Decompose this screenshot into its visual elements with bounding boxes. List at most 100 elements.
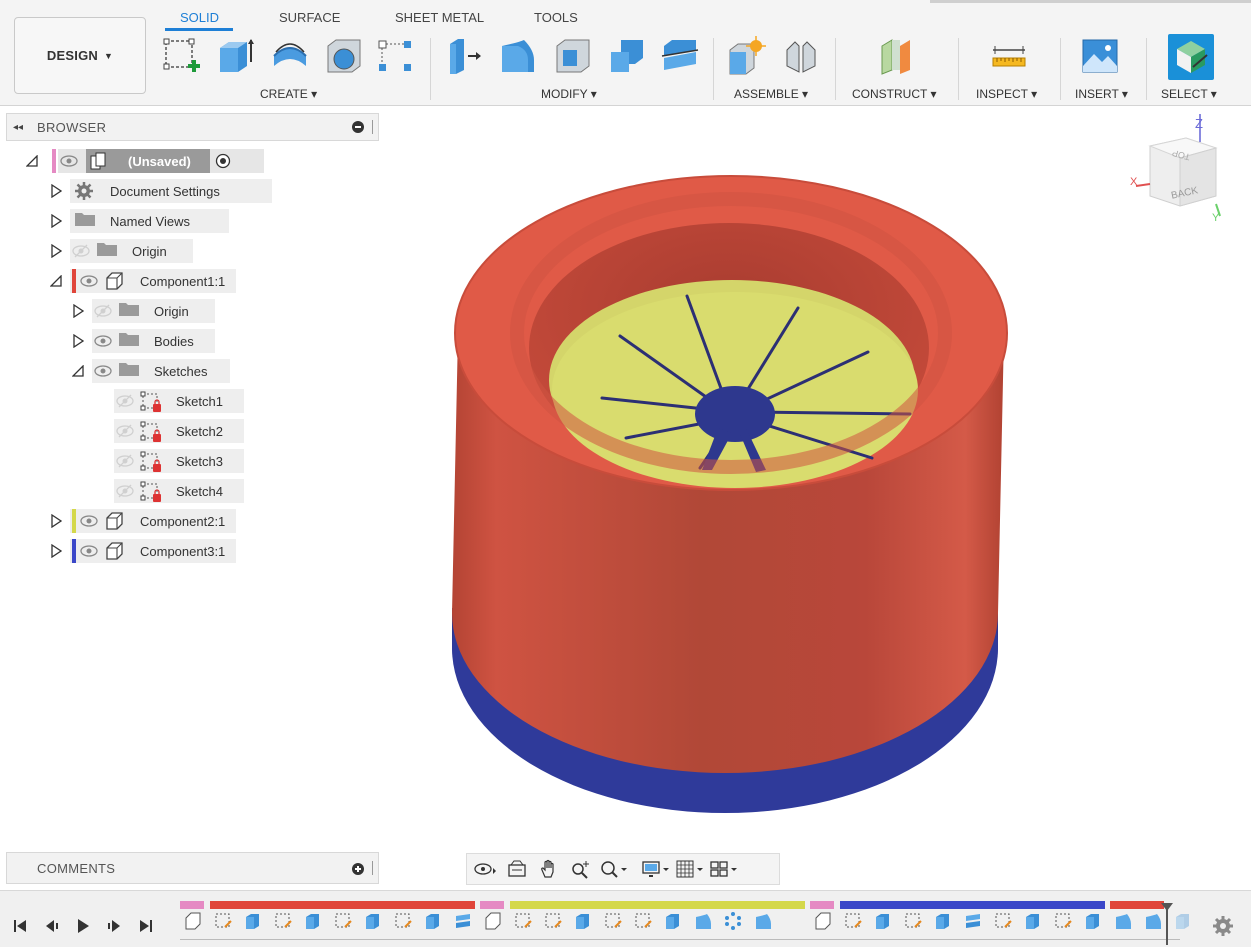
press-pull-icon[interactable] [444, 36, 484, 76]
tab-surface[interactable]: SURFACE [279, 10, 340, 25]
visibility-eye-icon[interactable] [94, 334, 112, 351]
hidden-eye-icon[interactable] [116, 424, 134, 441]
tree-row[interactable]: Sketch4 [92, 479, 245, 503]
hole-icon[interactable] [324, 36, 364, 76]
timeline-extrude-icon[interactable] [243, 911, 263, 931]
timeline-sketch-icon[interactable] [993, 911, 1013, 931]
tree-row[interactable]: Document Settings [48, 179, 273, 203]
activate-radio-icon[interactable] [215, 153, 231, 172]
timeline-sketch-icon[interactable] [603, 911, 623, 931]
comments-panel[interactable]: COMMENTS [6, 852, 379, 884]
fit-zoom-icon[interactable] [599, 857, 627, 881]
timeline-extrude-icon[interactable] [423, 911, 443, 931]
combine-icon[interactable] [607, 36, 647, 76]
grid-settings-icon[interactable] [675, 857, 703, 881]
timeline-sketch-icon[interactable] [393, 911, 413, 931]
timeline-settings-gear-icon[interactable] [1212, 915, 1234, 937]
group-assemble[interactable]: ASSEMBLE ▾ [734, 87, 808, 101]
timeline-component-icon[interactable] [183, 911, 203, 931]
hidden-eye-icon[interactable] [72, 244, 90, 261]
collapsed-triangle-icon[interactable] [48, 213, 64, 229]
extrude-icon[interactable] [215, 36, 255, 76]
revolve-icon[interactable] [270, 36, 310, 76]
timeline-split-icon[interactable] [453, 911, 473, 931]
shell-icon[interactable] [553, 36, 593, 76]
hidden-eye-icon[interactable] [94, 304, 112, 321]
timeline-sketch-icon[interactable] [213, 911, 233, 931]
tab-tools[interactable]: TOOLS [534, 10, 578, 25]
viewcube[interactable] [1135, 114, 1221, 217]
tree-row[interactable]: Bodies [70, 329, 216, 353]
step-back-icon[interactable] [42, 916, 62, 936]
collapse-panel-icon[interactable]: ◂◂ [13, 122, 31, 133]
new-component-icon[interactable] [726, 36, 766, 76]
timeline-sketch-icon[interactable] [1053, 911, 1073, 931]
play-icon[interactable] [73, 916, 93, 936]
timeline-sketch-icon[interactable] [273, 911, 293, 931]
timeline-extrude-icon[interactable] [873, 911, 893, 931]
tree-row[interactable]: Component1:1 [48, 269, 237, 293]
visibility-eye-icon[interactable] [94, 364, 112, 381]
hidden-eye-icon[interactable] [116, 454, 134, 471]
go-to-start-icon[interactable] [10, 916, 30, 936]
tree-row[interactable]: Named Views [48, 209, 230, 233]
tree-row[interactable]: Origin [70, 299, 216, 323]
timeline-extrude-icon[interactable] [1083, 911, 1103, 931]
collapsed-triangle-icon[interactable] [48, 513, 64, 529]
go-to-end-icon[interactable] [136, 916, 156, 936]
add-comment-icon[interactable] [352, 863, 364, 875]
timeline-extrude-icon[interactable] [573, 911, 593, 931]
joint-icon[interactable] [781, 36, 821, 76]
group-create[interactable]: CREATE ▾ [260, 87, 317, 101]
timeline-sketch-icon[interactable] [513, 911, 533, 931]
tree-row[interactable]: Sketch2 [92, 419, 245, 443]
select-icon[interactable] [1168, 34, 1214, 80]
tree-row[interactable]: Component3:1 [48, 539, 237, 563]
tab-solid[interactable]: SOLID [180, 10, 219, 25]
visibility-eye-icon[interactable] [80, 514, 98, 531]
pattern-icon[interactable] [376, 36, 416, 76]
tree-row[interactable]: Sketches [70, 359, 230, 383]
viewports-icon[interactable] [709, 857, 737, 881]
tree-row[interactable]: Sketch1 [92, 389, 245, 413]
collapsed-triangle-icon[interactable] [70, 303, 86, 319]
group-insert[interactable]: INSERT ▾ [1075, 87, 1128, 101]
tree-row[interactable]: Origin [48, 239, 194, 263]
create-sketch-icon[interactable] [162, 36, 202, 76]
look-at-icon[interactable] [503, 857, 531, 881]
orbit-icon[interactable] [471, 857, 499, 881]
display-settings-icon[interactable] [641, 857, 669, 881]
group-modify[interactable]: MODIFY ▾ [541, 87, 597, 101]
split-body-icon[interactable] [660, 36, 700, 76]
group-construct[interactable]: CONSTRUCT ▾ [852, 87, 936, 101]
timeline-sketch-icon[interactable] [543, 911, 563, 931]
timeline-sketch-icon[interactable] [633, 911, 653, 931]
timeline-marker[interactable] [1161, 903, 1173, 945]
timeline-extrude-icon[interactable] [303, 911, 323, 931]
timeline-fillet-icon[interactable] [753, 911, 773, 931]
timeline-sketch-icon[interactable] [903, 911, 923, 931]
tree-row[interactable]: Sketch3 [92, 449, 245, 473]
visibility-eye-icon[interactable] [80, 544, 98, 561]
timeline-component-icon[interactable] [483, 911, 503, 931]
timeline-extrude-icon[interactable] [1173, 911, 1193, 931]
measure-icon[interactable] [989, 36, 1029, 76]
timeline-sketch-icon[interactable] [333, 911, 353, 931]
tree-row[interactable]: Component2:1 [48, 509, 237, 533]
visibility-eye-icon[interactable] [60, 154, 78, 168]
group-inspect[interactable]: INSPECT ▾ [976, 87, 1037, 101]
fillet-icon[interactable] [498, 36, 538, 76]
timeline-fillet-icon[interactable] [1113, 911, 1133, 931]
3d-viewport[interactable]: TOP BACK Z X Y [380, 108, 1251, 888]
panel-grip[interactable] [372, 120, 374, 134]
zoom-icon[interactable] [567, 857, 595, 881]
timeline-fillet-icon[interactable] [693, 911, 713, 931]
hidden-eye-icon[interactable] [116, 484, 134, 501]
timeline-extrude-icon[interactable] [933, 911, 953, 931]
tree-row-root[interactable]: (Unsaved) [24, 149, 264, 173]
timeline-pattern-icon[interactable] [723, 911, 743, 931]
timeline-fillet-icon[interactable] [1143, 911, 1163, 931]
timeline-sketch-icon[interactable] [843, 911, 863, 931]
collapsed-triangle-icon[interactable] [70, 333, 86, 349]
collapsed-triangle-icon[interactable] [48, 543, 64, 559]
